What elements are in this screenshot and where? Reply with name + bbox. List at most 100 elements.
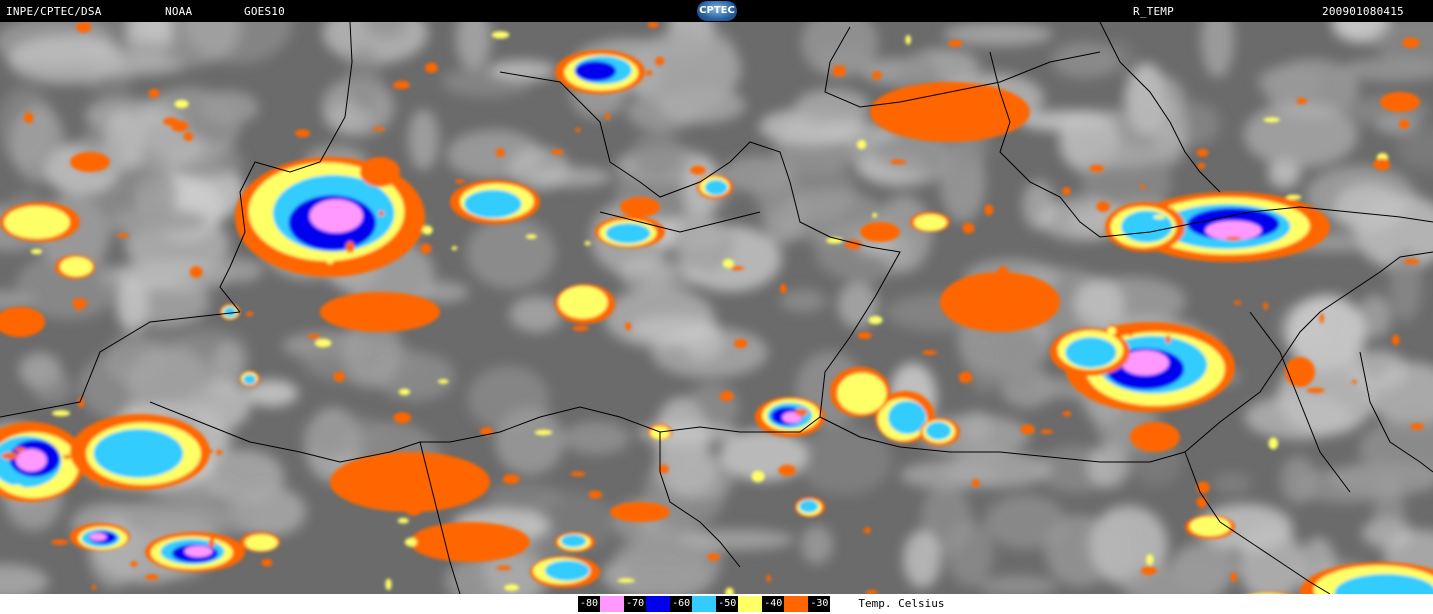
- cloud-fragment: [584, 241, 591, 246]
- legend-entry: -30: [808, 596, 855, 612]
- cloud-fragment: [76, 306, 82, 312]
- legend-swatch: [600, 596, 625, 612]
- storm-cell: [244, 534, 278, 551]
- cloud-blob: [946, 521, 994, 587]
- cloud-fragment: [534, 429, 553, 436]
- cloud-fragment: [398, 388, 411, 396]
- cloud-fragment: [496, 565, 512, 571]
- cloud-fragment: [51, 539, 69, 545]
- storm-cell: [837, 372, 887, 414]
- cloud-blob: [903, 530, 942, 589]
- cloud-fragment: [1230, 572, 1237, 583]
- cloud-blob: [199, 90, 259, 125]
- cloud-fragment: [30, 248, 43, 255]
- cloud-fragment: [502, 474, 520, 485]
- cloud-fragment: [189, 266, 203, 278]
- cloud-fragment: [871, 71, 882, 80]
- cloud-fragment: [1128, 326, 1134, 337]
- legend-entry: -60: [670, 596, 717, 612]
- cloud-fragment: [261, 558, 273, 567]
- cloud-fragment: [525, 234, 537, 239]
- cloud-fragment: [971, 479, 980, 488]
- cloud-fragment: [1402, 37, 1420, 48]
- cloud-blob: [213, 258, 264, 283]
- cloud-fragment: [1089, 164, 1104, 173]
- storm-cell: [610, 502, 670, 522]
- cloud-blob: [1077, 276, 1186, 326]
- cloud-fragment: [1233, 300, 1242, 305]
- storm-cell: [243, 374, 257, 385]
- storm-cell: [15, 449, 47, 472]
- cloud-fragment: [404, 537, 418, 547]
- source-label: INPE/CPTEC/DSA: [6, 5, 102, 18]
- legend-entry-label: -50: [716, 596, 739, 612]
- storm-cell: [223, 306, 237, 318]
- cloud-fragment: [1165, 335, 1171, 344]
- cloud-fragment: [778, 464, 796, 476]
- cloud-blob: [900, 460, 1000, 490]
- cloud-blob: [614, 540, 704, 566]
- cloud-fragment: [856, 139, 867, 150]
- cloud-fragment: [426, 310, 433, 323]
- cloud-fragment: [1263, 302, 1269, 311]
- cloud-fragment: [868, 315, 883, 325]
- cloud-fragment: [890, 159, 907, 165]
- cloud-blob: [632, 130, 683, 177]
- cloud-fragment: [1286, 194, 1302, 200]
- storm-cell: [184, 545, 213, 557]
- cloud-fragment: [245, 311, 254, 317]
- cloud-fragment: [605, 112, 610, 121]
- cloud-fragment: [922, 350, 938, 355]
- cloud-blob: [113, 208, 208, 234]
- cloud-fragment: [1153, 214, 1166, 219]
- cloud-fragment: [707, 553, 720, 561]
- cloud-fragment: [1296, 225, 1306, 231]
- cloud-fragment: [780, 283, 787, 294]
- storm-cell: [704, 179, 728, 196]
- cloud-blob: [1063, 109, 1182, 168]
- cloud-fragment: [572, 325, 589, 332]
- cloud-blob: [629, 31, 742, 108]
- cloud-fragment: [1096, 201, 1111, 212]
- cloud-fragment: [148, 88, 160, 98]
- cloud-fragment: [1404, 258, 1420, 265]
- cloud-blob: [31, 370, 72, 405]
- storm-cell: [925, 421, 952, 440]
- cloud-fragment: [208, 538, 215, 548]
- cloud-fragment: [1306, 387, 1325, 393]
- cloud-fragment: [171, 120, 189, 132]
- legend-row: -80 -70 -60 -50 -40 -30 Temp. Celsius: [578, 596, 944, 612]
- legend-swatch: [784, 596, 809, 612]
- cloud-fragment: [1373, 158, 1391, 171]
- cloud-fragment: [393, 80, 410, 90]
- cloud-fragment: [617, 578, 635, 583]
- product-label: R_TEMP: [1133, 5, 1174, 18]
- cloud-fragment: [905, 35, 911, 45]
- satellite-label: GOES10: [244, 5, 285, 18]
- cloud-fragment: [397, 517, 409, 524]
- cloud-fragment: [422, 225, 433, 235]
- storm-cell: [309, 199, 363, 233]
- cloud-blob: [651, 327, 768, 378]
- legend-entry: -80: [578, 596, 625, 612]
- cloud-blob: [120, 277, 210, 328]
- header-bar: INPE/CPTEC/DSA NOAA GOES10 CPTEC R_TEMP …: [0, 0, 1433, 22]
- cloud-fragment: [984, 204, 994, 216]
- storm-cell: [1130, 422, 1180, 452]
- cloud-blob: [1243, 101, 1358, 168]
- cloud-fragment: [1140, 566, 1157, 576]
- agency-label: NOAA: [165, 5, 193, 18]
- cloud-blob: [10, 104, 66, 183]
- legend-title: Temp. Celsius: [858, 597, 945, 610]
- cloud-blob: [487, 482, 563, 511]
- cloud-fragment: [405, 505, 422, 516]
- cloud-fragment: [378, 210, 385, 217]
- cloud-blob: [686, 383, 740, 431]
- storm-cell: [860, 222, 900, 242]
- storm-cell: [799, 499, 819, 513]
- storm-cell: [1285, 357, 1315, 387]
- storm-cell: [89, 533, 107, 541]
- cloud-fragment: [325, 255, 335, 264]
- cloud-fragment: [1139, 184, 1146, 189]
- cloud-blob: [798, 425, 892, 496]
